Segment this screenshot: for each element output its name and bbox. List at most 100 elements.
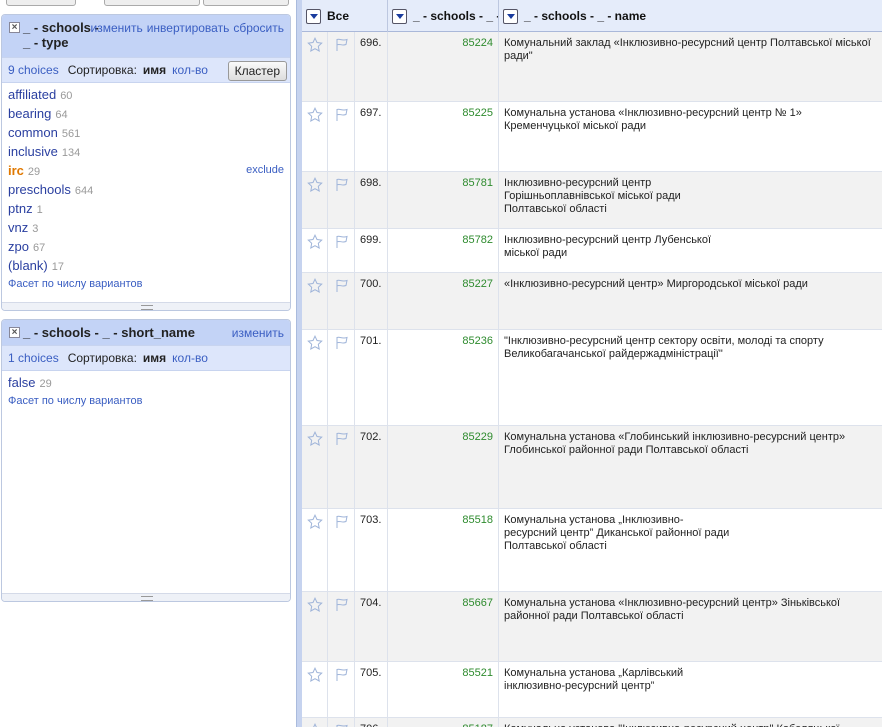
choice-name[interactable]: false xyxy=(8,375,35,390)
facet-choice[interactable]: affiliated 60 xyxy=(8,85,284,104)
choice-name[interactable]: vnz xyxy=(8,220,28,235)
sort-by-name[interactable]: имя xyxy=(143,63,166,77)
facet-choice[interactable]: ptnz 1 xyxy=(8,199,284,218)
star-icon[interactable] xyxy=(307,107,323,123)
sort-by-count-link[interactable]: кол-во xyxy=(172,351,208,365)
cell-id[interactable]: 85229 xyxy=(388,426,499,508)
flag-cell xyxy=(328,273,355,329)
cell-name[interactable]: «Інклюзивно-ресурсний центр» Миргородськ… xyxy=(499,273,882,329)
cell-name[interactable]: Інклюзивно-ресурсний центр Горішньоплавн… xyxy=(499,172,882,228)
choice-name[interactable]: irc xyxy=(8,163,24,178)
star-icon[interactable] xyxy=(307,234,323,250)
cell-name[interactable]: Комунальна установа «Інклюзивно-ресурсни… xyxy=(499,102,882,171)
sort-label: Сортировка: xyxy=(67,351,137,365)
facet-choice[interactable]: preschools 644 xyxy=(8,180,284,199)
star-icon[interactable] xyxy=(307,335,323,351)
star-cell xyxy=(302,592,328,661)
choice-name[interactable]: (blank) xyxy=(8,258,48,273)
choice-name[interactable]: common xyxy=(8,125,58,140)
cell-id[interactable]: 85225 xyxy=(388,102,499,171)
sort-by-count-link[interactable]: кол-во xyxy=(172,63,208,77)
facet-change-link[interactable]: изменить xyxy=(91,21,143,35)
cell-name[interactable]: Комунальна установа „Карлівський інклюзи… xyxy=(499,662,882,717)
sort-by-name[interactable]: имя xyxy=(143,351,166,365)
close-icon[interactable]: × xyxy=(9,22,20,33)
facet-choice[interactable]: false 29 xyxy=(8,373,284,392)
facet-change-link[interactable]: изменить xyxy=(232,326,284,340)
flag-icon[interactable] xyxy=(334,336,350,350)
star-icon[interactable] xyxy=(307,431,323,447)
sort-label: Сортировка: xyxy=(67,63,137,77)
column-menu-dropdown-icon[interactable] xyxy=(306,8,321,24)
cell-name[interactable]: "Інклюзивно-ресурсний центр сектору осві… xyxy=(499,330,882,425)
facet-choice-selected[interactable]: irc 29 exclude xyxy=(8,161,284,180)
exclude-link[interactable]: exclude xyxy=(246,161,284,180)
resize-handle[interactable] xyxy=(2,302,290,310)
facet-choice[interactable]: zpo 67 xyxy=(8,237,284,256)
cell-id[interactable]: 85187 xyxy=(388,718,499,727)
cell-name[interactable]: Комунальна установа «Глобинський інклюзи… xyxy=(499,426,882,508)
cell-id[interactable]: 85782 xyxy=(388,229,499,272)
choice-name[interactable]: affiliated xyxy=(8,87,56,102)
choice-name[interactable]: preschools xyxy=(8,182,71,197)
flag-icon[interactable] xyxy=(334,432,350,446)
facet-by-choice-count-link[interactable]: Фасет по числу вариантов xyxy=(8,395,284,407)
star-icon[interactable] xyxy=(307,597,323,613)
flag-icon[interactable] xyxy=(334,598,350,612)
cluster-button[interactable]: Кластер xyxy=(227,61,287,81)
choices-count-link[interactable]: 1 choices xyxy=(8,351,59,365)
facet-reset-link[interactable]: сбросить xyxy=(233,21,284,35)
flag-icon[interactable] xyxy=(334,668,350,682)
facet-invert-link[interactable]: инвертировать xyxy=(147,21,230,35)
facet-choice[interactable]: vnz 3 xyxy=(8,218,284,237)
column-menu-dropdown-icon[interactable] xyxy=(392,8,407,24)
cell-name[interactable]: Інклюзивно-ресурсний центр Лубенської мі… xyxy=(499,229,882,272)
top-tab-button[interactable] xyxy=(203,0,289,6)
star-icon[interactable] xyxy=(307,278,323,294)
facet-choice[interactable]: inclusive 134 xyxy=(8,142,284,161)
flag-icon[interactable] xyxy=(334,178,350,192)
column-header-label: _ - schools - _ - i xyxy=(413,9,499,23)
star-icon[interactable] xyxy=(307,723,323,727)
cell-name[interactable]: Комунальний заклад «Інклюзивно-ресурсний… xyxy=(499,32,882,101)
facet-choice[interactable]: (blank) 17 xyxy=(8,256,284,275)
choice-count: 67 xyxy=(32,242,46,254)
top-tab-button[interactable] xyxy=(6,0,76,6)
choice-name[interactable]: zpo xyxy=(8,239,29,254)
flag-icon[interactable] xyxy=(334,38,350,52)
cell-id[interactable]: 85521 xyxy=(388,662,499,717)
choice-name[interactable]: ptnz xyxy=(8,201,33,216)
star-icon[interactable] xyxy=(307,37,323,53)
choice-name[interactable]: bearing xyxy=(8,106,51,121)
cell-id[interactable]: 85224 xyxy=(388,32,499,101)
flag-icon[interactable] xyxy=(334,108,350,122)
cell-id[interactable]: 85781 xyxy=(388,172,499,228)
star-icon[interactable] xyxy=(307,667,323,683)
resize-handle[interactable] xyxy=(2,593,290,601)
facet-choice[interactable]: common 561 xyxy=(8,123,284,142)
cell-id[interactable]: 85236 xyxy=(388,330,499,425)
flag-icon[interactable] xyxy=(334,515,350,529)
close-icon[interactable]: × xyxy=(9,327,20,338)
table-row: 703. 85518 Комунальна установа „Інклюзивно… xyxy=(302,509,882,592)
cell-name[interactable]: Комунальна установа "Інклюзивно-ресурсни… xyxy=(499,718,882,727)
table-row: 705. 85521 Комунальна установа „Карлівськи… xyxy=(302,662,882,718)
facet-choice[interactable]: bearing 64 xyxy=(8,104,284,123)
star-cell xyxy=(302,330,328,425)
flag-icon[interactable] xyxy=(334,279,350,293)
choices-count-link[interactable]: 9 choices xyxy=(8,63,59,77)
star-icon[interactable] xyxy=(307,177,323,193)
cell-name[interactable]: Комунальна установа «Інклюзивно-ресурсни… xyxy=(499,592,882,661)
flag-icon[interactable] xyxy=(334,235,350,249)
column-menu-dropdown-icon[interactable] xyxy=(503,8,518,24)
choice-count: 60 xyxy=(60,90,73,102)
facet-by-choice-count-link[interactable]: Фасет по числу вариантов xyxy=(8,278,284,290)
star-icon[interactable] xyxy=(307,514,323,530)
cell-name[interactable]: Комунальна установа „Інклюзивно- ресурсн… xyxy=(499,509,882,591)
cell-id[interactable]: 85227 xyxy=(388,273,499,329)
cell-id[interactable]: 85667 xyxy=(388,592,499,661)
top-tab-button[interactable] xyxy=(104,0,200,6)
cell-id[interactable]: 85518 xyxy=(388,509,499,591)
choice-name[interactable]: inclusive xyxy=(8,144,58,159)
star-cell xyxy=(302,32,328,101)
